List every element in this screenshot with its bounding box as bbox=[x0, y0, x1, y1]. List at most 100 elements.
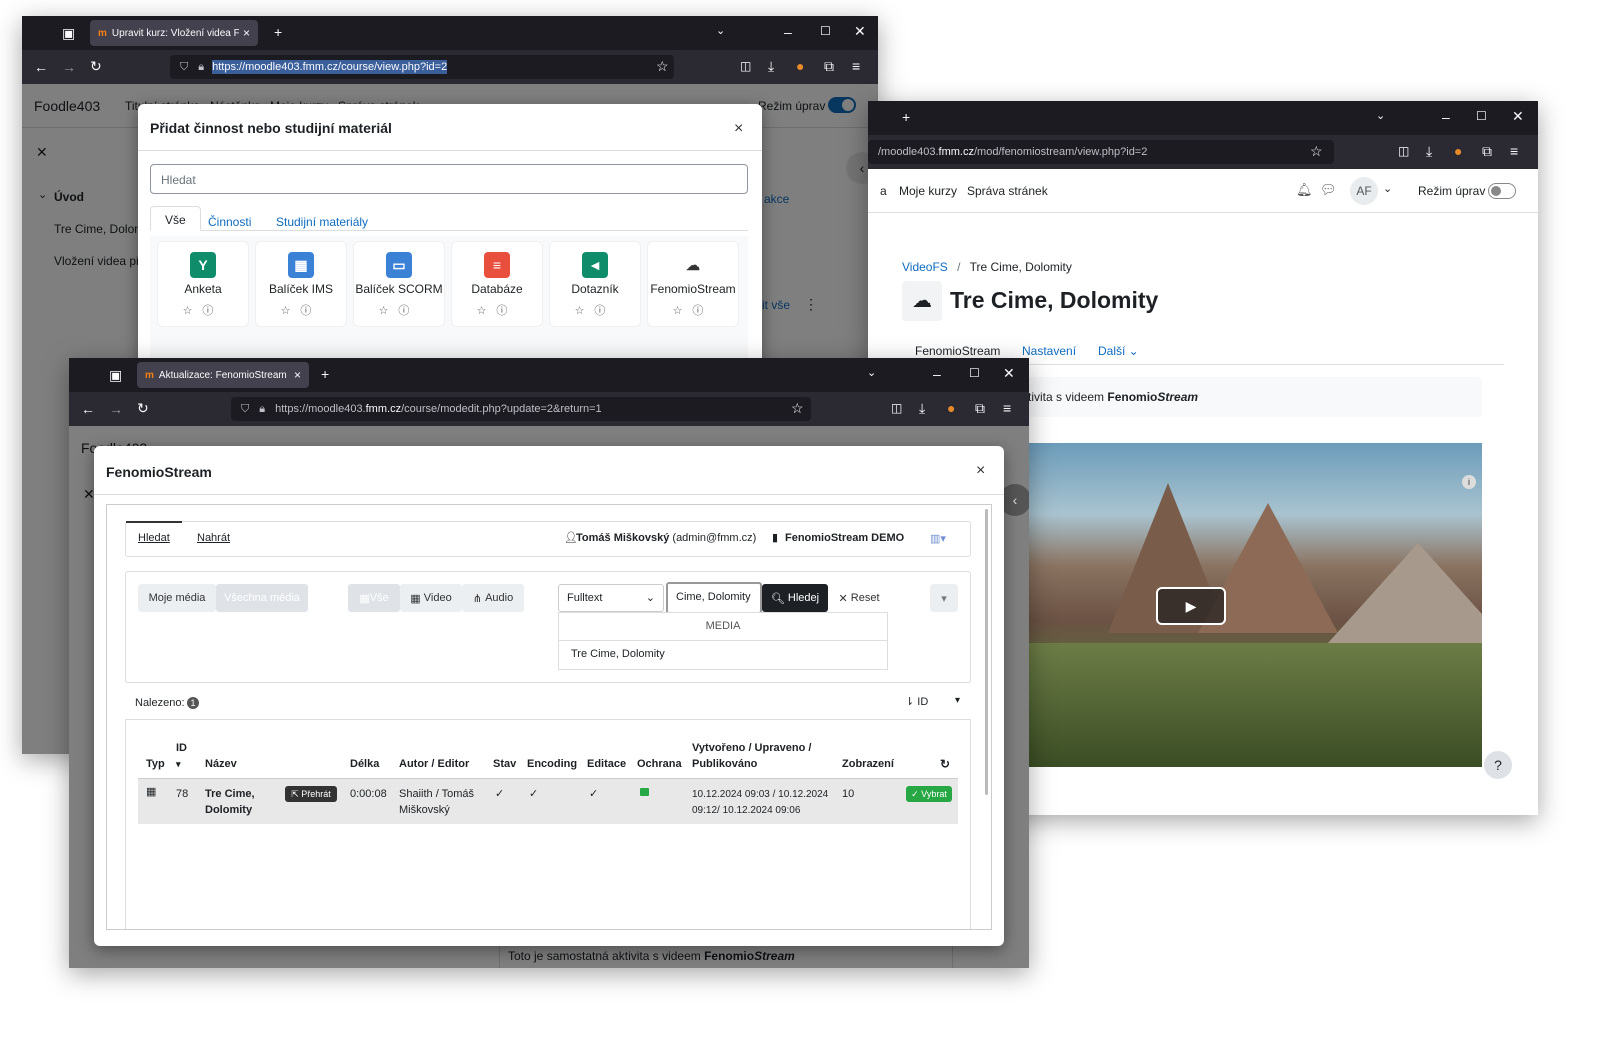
maximize-icon[interactable]: ☐ bbox=[820, 25, 831, 37]
menu-icon[interactable]: ≡ bbox=[852, 59, 860, 73]
tab-activities[interactable]: Činnosti bbox=[208, 215, 251, 229]
extensions-puzzle-icon[interactable]: ⧉ bbox=[824, 59, 834, 73]
expand-filters-button[interactable]: ▾ bbox=[930, 584, 958, 612]
extensions-puzzle-icon[interactable]: ⧉ bbox=[975, 401, 985, 415]
forward-icon[interactable]: → bbox=[109, 402, 123, 416]
play-button[interactable]: ▶ bbox=[1156, 587, 1226, 625]
activity-tile-anketa[interactable]: Y Anketa ☆ⓘ bbox=[157, 241, 249, 327]
tab-fenomiostream[interactable]: FenomioStream bbox=[915, 344, 1000, 358]
pocket-icon[interactable]: ◫ bbox=[740, 60, 751, 72]
avatar[interactable]: AF bbox=[1350, 177, 1378, 205]
breadcrumb-course[interactable]: VideoFS bbox=[902, 260, 948, 274]
search-input[interactable]: Cime, Dolomity bbox=[666, 582, 762, 614]
sort-chevron-icon[interactable]: ▾ bbox=[955, 695, 960, 706]
close-tab-icon[interactable]: × bbox=[290, 368, 301, 382]
chevron-down-icon[interactable]: ⌄ bbox=[867, 368, 876, 379]
extension-icon[interactable]: ● bbox=[796, 59, 804, 73]
menu-icon[interactable]: ≡ bbox=[1003, 401, 1011, 415]
tile-actions[interactable]: ☆ⓘ bbox=[158, 302, 248, 318]
bookmark-star-icon[interactable]: ☆ bbox=[656, 59, 669, 73]
nav-my-courses[interactable]: Moje kurzy bbox=[899, 184, 957, 198]
scrollbar[interactable] bbox=[985, 509, 988, 795]
my-media-button[interactable]: Moje média bbox=[138, 584, 216, 612]
select-button[interactable]: ✓ Vybrat bbox=[906, 786, 952, 802]
download-icon[interactable]: ⤓ bbox=[1426, 144, 1432, 158]
org-switch-icon[interactable]: ▥▾ bbox=[930, 532, 946, 545]
search-input[interactable]: Hledat bbox=[150, 164, 748, 194]
address-bar[interactable]: /moodle403. fmm.cz/mod/fenomiostream/view… bbox=[868, 140, 1334, 164]
close-window-icon[interactable]: ✕ bbox=[854, 24, 866, 38]
reload-icon[interactable]: ↻ bbox=[137, 401, 149, 415]
address-bar[interactable]: ⛉ 🔒︎ https://moodle403. fmm.cz/course/mod… bbox=[231, 397, 811, 421]
maximize-icon[interactable]: ☐ bbox=[1476, 110, 1487, 122]
refresh-icon[interactable]: ↻ bbox=[940, 756, 950, 772]
new-tab-icon[interactable]: + bbox=[902, 110, 910, 124]
tab-more[interactable]: Další ⌄ bbox=[1098, 344, 1139, 358]
minimize-icon[interactable]: – bbox=[784, 25, 792, 39]
col-id[interactable]: ID bbox=[176, 740, 187, 756]
table-row[interactable] bbox=[138, 778, 958, 824]
activity-tile-database[interactable]: ≡ Databáze ☆ⓘ bbox=[451, 241, 543, 327]
search-button[interactable]: 🔍︎ Hledej bbox=[762, 584, 828, 612]
activity-tile-feedback[interactable]: ◄ Dotazník ☆ⓘ bbox=[549, 241, 641, 327]
chat-icon[interactable]: 💬︎ bbox=[1320, 182, 1337, 198]
tile-actions[interactable]: ☆ⓘ bbox=[550, 302, 640, 318]
info-icon[interactable]: i bbox=[1462, 475, 1476, 489]
chevron-down-icon[interactable]: ⌄ bbox=[716, 26, 725, 37]
type-audio-button[interactable]: ⋔ Audio bbox=[462, 584, 524, 612]
search-mode-select[interactable]: Fulltext ⌄ bbox=[558, 584, 664, 612]
chevron-down-icon[interactable]: ⌄ bbox=[1383, 182, 1392, 195]
type-all-button[interactable]: ▦ Vše bbox=[348, 584, 400, 612]
tab-settings[interactable]: Nastavení bbox=[1022, 344, 1076, 358]
download-icon[interactable]: ⤓ bbox=[919, 401, 925, 415]
browser-tab[interactable]: m Upravit kurz: Vložení videa Feno × bbox=[90, 20, 258, 46]
play-button[interactable]: ⇱ Přehrát bbox=[285, 786, 337, 802]
nav-item[interactable]: a bbox=[880, 184, 887, 198]
tab-search[interactable]: Hledat bbox=[138, 532, 170, 544]
video-player[interactable]: ▶ i bbox=[1028, 443, 1482, 767]
reset-button[interactable]: ✕ Reset bbox=[832, 584, 886, 612]
extension-icon[interactable]: ● bbox=[947, 401, 955, 415]
address-bar[interactable]: ⛉ 🔒︎ https://moodle403.fmm.cz/course/vie… bbox=[170, 55, 674, 79]
new-tab-icon[interactable]: + bbox=[274, 25, 282, 39]
close-window-icon[interactable]: ✕ bbox=[1512, 109, 1524, 123]
bookmark-star-icon[interactable]: ☆ bbox=[1310, 144, 1323, 158]
menu-icon[interactable]: ≡ bbox=[1510, 144, 1518, 158]
maximize-icon[interactable]: ☐ bbox=[969, 367, 980, 379]
new-tab-icon[interactable]: + bbox=[321, 367, 329, 381]
all-media-button[interactable]: Všechna média bbox=[216, 584, 308, 612]
extension-icon[interactable]: ● bbox=[1454, 144, 1462, 158]
tile-actions[interactable]: ☆ⓘ bbox=[256, 302, 346, 318]
tab-list-icon[interactable]: ▣ bbox=[109, 368, 122, 382]
minimize-icon[interactable]: – bbox=[1442, 110, 1450, 124]
edit-mode-toggle[interactable] bbox=[1488, 183, 1516, 199]
tab-all[interactable]: Vše bbox=[150, 206, 201, 231]
help-button[interactable]: ? bbox=[1484, 751, 1512, 779]
nav-site-admin[interactable]: Správa stránek bbox=[967, 184, 1048, 198]
extensions-puzzle-icon[interactable]: ⧉ bbox=[1482, 144, 1492, 158]
tile-actions[interactable]: ☆ⓘ bbox=[452, 302, 542, 318]
activity-tile-ims[interactable]: ▦ Balíček IMS ☆ⓘ bbox=[255, 241, 347, 327]
pocket-icon[interactable]: ◫ bbox=[891, 402, 902, 414]
download-icon[interactable]: ⤓ bbox=[768, 59, 774, 73]
bookmark-star-icon[interactable]: ☆ bbox=[791, 401, 804, 415]
close-icon[interactable]: × bbox=[976, 462, 985, 480]
tile-actions[interactable]: ☆ⓘ bbox=[648, 302, 738, 318]
bell-icon[interactable]: 🔔︎ bbox=[1296, 182, 1313, 198]
tab-list-icon[interactable]: ▣ bbox=[62, 26, 75, 40]
reload-icon[interactable]: ↻ bbox=[90, 59, 102, 73]
pocket-icon[interactable]: ◫ bbox=[1398, 145, 1409, 157]
url-text[interactable]: https://moodle403.fmm.cz/course/view.php… bbox=[212, 60, 448, 74]
forward-icon[interactable]: → bbox=[62, 60, 76, 74]
back-icon[interactable]: ← bbox=[81, 402, 95, 416]
tab-upload[interactable]: Nahrát bbox=[197, 532, 230, 544]
type-video-button[interactable]: ▦ Video bbox=[400, 584, 462, 612]
close-icon[interactable]: × bbox=[734, 120, 743, 138]
minimize-icon[interactable]: – bbox=[933, 367, 941, 381]
activity-tile-fenomiostream[interactable]: ☁ FenomioStream ☆ⓘ bbox=[647, 241, 739, 327]
activity-tile-scorm[interactable]: ▭ Balíček SCORM ☆ⓘ bbox=[353, 241, 445, 327]
sort-desc-icon[interactable]: ▾ bbox=[176, 756, 181, 772]
back-icon[interactable]: ← bbox=[34, 60, 48, 74]
tab-resources[interactable]: Studijní materiály bbox=[276, 215, 368, 229]
browser-tab[interactable]: m Aktualizace: FenomioStream | F × bbox=[137, 362, 309, 388]
